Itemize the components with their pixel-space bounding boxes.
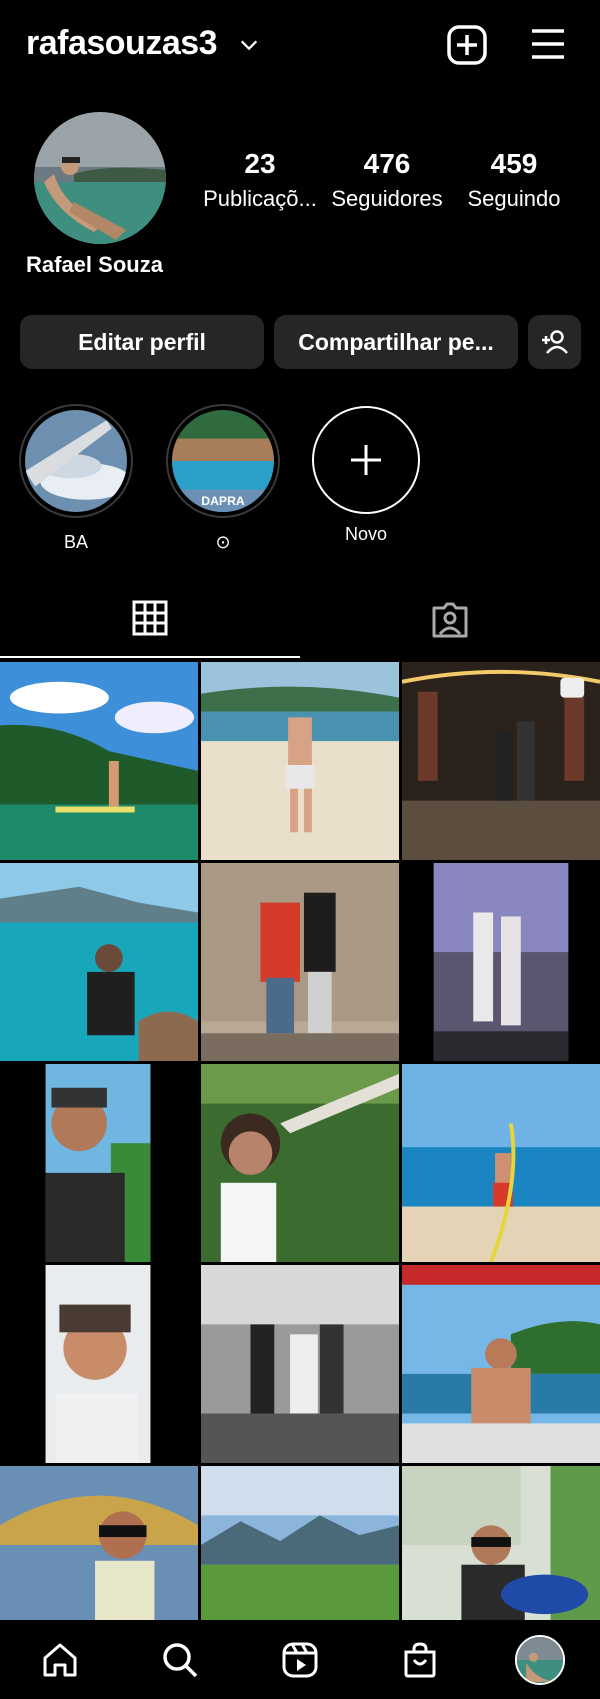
- home-icon: [43, 1643, 77, 1676]
- reels-icon: [282, 1642, 318, 1677]
- post-thumbnail[interactable]: [0, 1466, 198, 1620]
- add-user-button[interactable]: [528, 315, 581, 369]
- tab-tagged[interactable]: [300, 580, 600, 660]
- stat-following[interactable]: 459 Seguindo: [449, 148, 579, 212]
- nav-home[interactable]: [30, 1630, 90, 1690]
- post-thumbnail[interactable]: [402, 863, 600, 1061]
- nav-shop[interactable]: [390, 1630, 450, 1690]
- post-thumbnail[interactable]: [201, 1265, 399, 1463]
- stat-posts-label: Publicaçõ...: [203, 186, 317, 211]
- post-thumbnail[interactable]: [201, 1064, 399, 1262]
- post-thumbnail[interactable]: [402, 1466, 600, 1620]
- tab-grid[interactable]: [0, 580, 300, 658]
- profile-avatar[interactable]: [34, 112, 166, 244]
- post-thumbnail[interactable]: [402, 1265, 600, 1463]
- tagged-person-icon: [432, 602, 468, 638]
- person-add-icon: [541, 330, 568, 354]
- top-bar: rafasouzas3: [0, 0, 600, 90]
- highlight-pool[interactable]: DAPRA ⊙: [164, 404, 282, 553]
- username[interactable]: rafasouzas3: [26, 24, 218, 63]
- nav-search[interactable]: [150, 1630, 210, 1690]
- post-thumbnail[interactable]: [402, 1064, 600, 1262]
- highlight-label: BA: [63, 532, 88, 552]
- svg-text:DAPRA: DAPRA: [201, 494, 245, 508]
- stat-following-value: 459: [490, 148, 538, 179]
- post-thumbnail[interactable]: [0, 1265, 198, 1463]
- edit-profile-button[interactable]: Editar perfil: [20, 315, 264, 369]
- hamburger-menu-icon[interactable]: [528, 26, 568, 62]
- stat-posts-value: 23: [244, 148, 276, 179]
- plus-square-icon[interactable]: [446, 24, 488, 66]
- airplane-window-image: [25, 410, 127, 512]
- plus-icon: [351, 445, 381, 475]
- post-thumbnail[interactable]: [402, 662, 600, 860]
- pool-image: DAPRA: [172, 410, 274, 512]
- chevron-down-icon[interactable]: [238, 34, 260, 56]
- post-thumbnail[interactable]: [201, 662, 399, 860]
- stat-followers[interactable]: 476 Seguidores: [322, 148, 452, 212]
- profile-avatar: [515, 1634, 565, 1685]
- stat-followers-label: Seguidores: [331, 186, 443, 211]
- grid-icon: [132, 600, 168, 636]
- search-icon: [163, 1642, 198, 1677]
- stat-posts[interactable]: 23 Publicaçõ...: [195, 148, 325, 212]
- post-thumbnail[interactable]: [201, 863, 399, 1061]
- bottom-nav: [0, 1620, 600, 1699]
- highlight-new[interactable]: Novo: [307, 404, 425, 545]
- shopping-bag-icon: [404, 1641, 436, 1677]
- nav-reels[interactable]: [270, 1630, 330, 1690]
- post-thumbnail[interactable]: [0, 1064, 198, 1262]
- nav-profile[interactable]: [510, 1630, 570, 1690]
- post-thumbnail[interactable]: [0, 662, 198, 860]
- post-thumbnail[interactable]: [201, 1466, 399, 1620]
- stat-following-label: Seguindo: [467, 186, 561, 211]
- stat-followers-value: 476: [363, 148, 411, 179]
- share-profile-button[interactable]: Compartilhar pe...: [274, 315, 518, 369]
- highlight-ba[interactable]: BA: [17, 404, 135, 553]
- highlight-label: ⊙: [215, 532, 231, 552]
- display-name: Rafael Souza: [26, 252, 163, 277]
- post-thumbnail[interactable]: [0, 863, 198, 1061]
- highlight-label: Novo: [344, 524, 388, 544]
